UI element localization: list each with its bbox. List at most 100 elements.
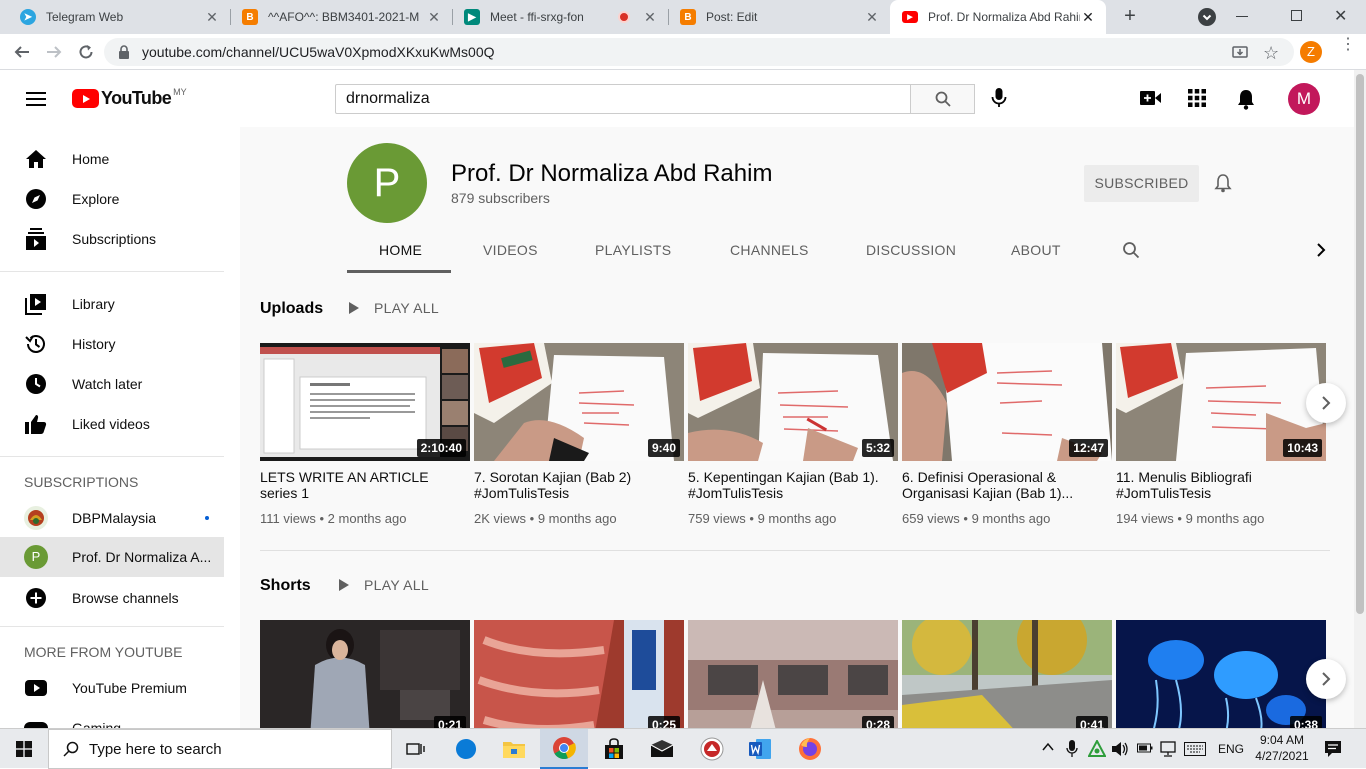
chevron-right-icon[interactable] [1316, 243, 1326, 257]
taskbar-search-box[interactable]: Type here to search [48, 729, 392, 769]
forward-button[interactable] [44, 42, 64, 62]
microsoft-store-icon[interactable] [590, 729, 638, 769]
short-card[interactable]: 0:38 [1116, 620, 1326, 728]
language-indicator[interactable]: ENG [1218, 742, 1244, 756]
video-title[interactable]: 11. Menulis Bibliografi #JomTulisTesis [1116, 469, 1321, 501]
uploads-next-button[interactable] [1306, 383, 1346, 423]
short-thumbnail[interactable]: 0:38 [1116, 620, 1326, 728]
green-triangle-icon[interactable] [1088, 740, 1106, 758]
video-thumbnail[interactable]: 9:40 [474, 343, 684, 461]
chrome-menu-icon[interactable]: ⋮ [1340, 37, 1356, 53]
action-center-icon[interactable] [1324, 740, 1342, 758]
short-thumbnail[interactable]: 0:41 [902, 620, 1112, 728]
video-thumbnail[interactable]: 12:47 [902, 343, 1112, 461]
video-title[interactable]: LETS WRITE AN ARTICLE series 1 [260, 469, 465, 501]
uploads-play-all-button[interactable]: PLAY ALL [348, 300, 439, 316]
network-icon[interactable] [1160, 741, 1176, 757]
close-tab-icon[interactable]: ✕ [204, 9, 220, 26]
shorts-heading[interactable]: Shorts [260, 577, 311, 595]
taskbar-clock[interactable]: 9:04 AM 4/27/2021 [1252, 732, 1312, 764]
page-scrollbar[interactable] [1354, 70, 1366, 728]
microphone-icon[interactable] [1066, 740, 1078, 758]
back-button[interactable] [12, 42, 32, 62]
uploads-heading[interactable]: Uploads [260, 300, 323, 318]
task-view-icon[interactable] [392, 729, 440, 769]
search-button[interactable] [910, 84, 975, 114]
file-explorer-icon[interactable] [490, 729, 538, 769]
tab-videos[interactable]: VIDEOS [483, 242, 538, 258]
short-card[interactable]: 0:25 [474, 620, 684, 728]
shorts-play-all-button[interactable]: PLAY ALL [338, 577, 429, 593]
short-card[interactable]: 0:41 [902, 620, 1112, 728]
sidebar-item-gaming[interactable]: Gaming [0, 708, 224, 728]
short-card[interactable]: 0:28 [688, 620, 898, 728]
tab-post-edit[interactable]: B Post: Edit ✕ [668, 0, 890, 34]
youtube-logo[interactable]: YouTube MY [72, 87, 187, 109]
minimize-button[interactable] [1236, 16, 1248, 17]
video-thumbnail[interactable]: 10:43 [1116, 343, 1326, 461]
chrome-taskbar-icon[interactable] [540, 729, 588, 769]
app-shield-icon[interactable] [688, 729, 736, 769]
sidebar-item-browse-channels[interactable]: Browse channels [0, 578, 224, 618]
sidebar-item-subscriptions[interactable]: Subscriptions [0, 219, 224, 259]
video-card[interactable]: 5:32 5. Kepentingan Kajian (Bab 1). #Jom… [688, 343, 898, 526]
new-tab-button[interactable]: + [1118, 5, 1142, 29]
sidebar-item-home[interactable]: Home [0, 139, 224, 179]
create-video-icon[interactable] [1140, 90, 1162, 106]
tab-discussion[interactable]: DISCUSSION [866, 242, 956, 258]
short-card[interactable]: 0:21 [260, 620, 470, 728]
apps-grid-icon[interactable] [1188, 89, 1206, 107]
search-input[interactable] [335, 84, 911, 114]
hamburger-menu-icon[interactable] [26, 91, 46, 107]
keyboard-icon[interactable] [1184, 742, 1206, 756]
video-card[interactable]: 12:47 6. Definisi Operasional & Organisa… [902, 343, 1112, 526]
bookmark-star-icon[interactable]: ☆ [1263, 43, 1279, 64]
close-tab-icon[interactable]: ✕ [426, 9, 442, 26]
lock-icon[interactable] [118, 45, 130, 59]
tab-search-button[interactable] [1198, 8, 1216, 26]
sidebar-item-dbpmalaysia[interactable]: DBPMalaysia [0, 498, 224, 538]
scrollbar-thumb[interactable] [1356, 74, 1364, 614]
video-card[interactable]: 2:10:40 LETS WRITE AN ARTICLE series 1 1… [260, 343, 470, 526]
edge-browser-icon[interactable] [442, 729, 490, 769]
video-title[interactable]: 5. Kepentingan Kajian (Bab 1). #JomTulis… [688, 469, 893, 501]
sidebar-item-history[interactable]: History [0, 324, 224, 364]
battery-icon[interactable] [1137, 742, 1153, 754]
short-thumbnail[interactable]: 0:28 [688, 620, 898, 728]
tab-channels[interactable]: CHANNELS [730, 242, 809, 258]
voice-search-icon[interactable] [990, 87, 1008, 109]
channel-search-icon[interactable] [1122, 241, 1140, 259]
shorts-next-button[interactable] [1306, 659, 1346, 699]
video-card[interactable]: 10:43 11. Menulis Bibliografi #JomTulisT… [1116, 343, 1326, 526]
close-window-button[interactable]: ✕ [1334, 6, 1347, 26]
tab-telegram[interactable]: ➤ Telegram Web ✕ [8, 0, 230, 34]
tab-home[interactable]: HOME [379, 242, 422, 258]
tab-about[interactable]: ABOUT [1011, 242, 1061, 258]
restore-button[interactable] [1291, 10, 1302, 21]
close-tab-icon[interactable]: ✕ [864, 9, 880, 26]
volume-icon[interactable] [1111, 740, 1129, 758]
tab-blogger-afo[interactable]: B ^^AFO^^: BBM3401-2021-M ✕ [230, 0, 452, 34]
video-card[interactable]: 9:40 7. Sorotan Kajian (Bab 2) #JomTulis… [474, 343, 684, 526]
notifications-bell-icon[interactable] [1236, 88, 1256, 110]
video-thumbnail[interactable]: 5:32 [688, 343, 898, 461]
word-icon[interactable] [736, 729, 784, 769]
tab-meet[interactable]: ▶ Meet - ffi-srxg-fon ✕ [452, 0, 668, 34]
tab-youtube-channel[interactable]: ▶ Prof. Dr Normaliza Abd Rahim ✕ [890, 0, 1106, 34]
reload-button[interactable] [76, 42, 96, 62]
mail-icon[interactable] [638, 729, 686, 769]
close-tab-icon[interactable]: ✕ [642, 9, 658, 26]
user-avatar[interactable]: M [1288, 83, 1320, 115]
video-thumbnail[interactable]: 2:10:40 [260, 343, 470, 461]
notification-bell-outline-icon[interactable] [1214, 173, 1232, 193]
sidebar-item-youtube-premium[interactable]: YouTube Premium [0, 668, 224, 708]
chevron-up-icon[interactable] [1042, 742, 1054, 752]
profile-avatar[interactable]: Z [1300, 41, 1322, 63]
video-title[interactable]: 6. Definisi Operasional & Organisasi Kaj… [902, 469, 1107, 501]
video-title[interactable]: 7. Sorotan Kajian (Bab 2) #JomTulisTesis [474, 469, 679, 501]
short-thumbnail[interactable]: 0:25 [474, 620, 684, 728]
firefox-icon[interactable] [786, 729, 834, 769]
sidebar-item-explore[interactable]: Explore [0, 179, 224, 219]
subscribed-button[interactable]: SUBSCRIBED [1084, 165, 1199, 202]
sidebar-item-normaliza[interactable]: P Prof. Dr Normaliza A... [0, 537, 224, 577]
